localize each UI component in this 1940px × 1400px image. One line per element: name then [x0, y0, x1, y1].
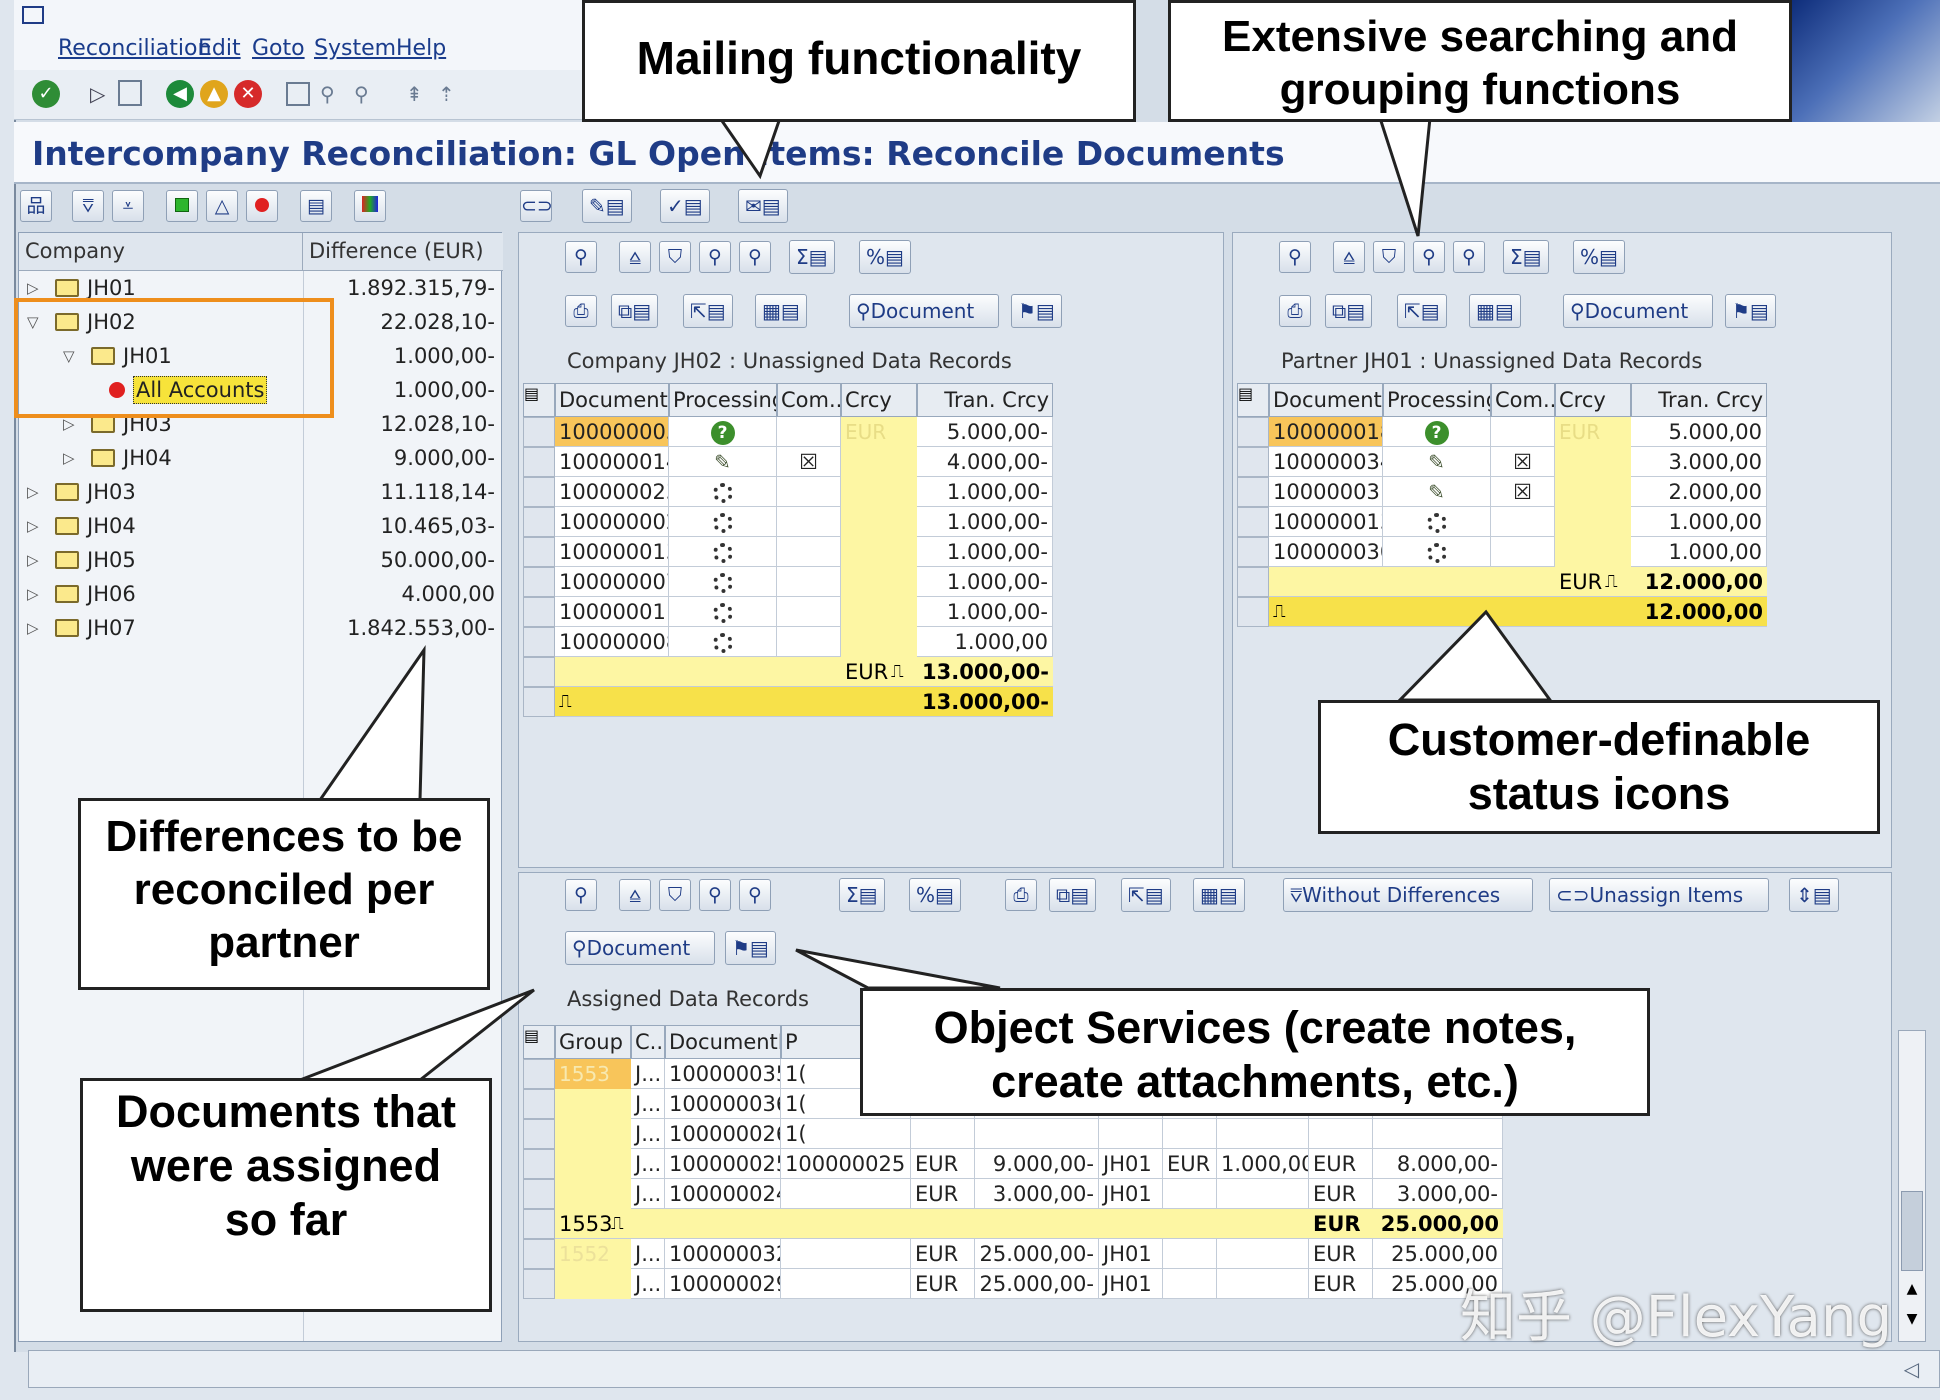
pointer-status [1396, 609, 1553, 702]
callout-documents: Documents that were assigned so far [80, 1078, 492, 1312]
callout-object-services: Object Services (create notes, create at… [860, 988, 1650, 1116]
callout-status-icons: Customer-definable status icons [1318, 700, 1880, 834]
watermark: 知乎 @FlexYang [1460, 1285, 1893, 1350]
callout-searching: Extensive searching and grouping functio… [1168, 0, 1792, 122]
pointer-differences [317, 645, 426, 802]
pointer-object-services [795, 948, 1001, 990]
callout-mailing: Mailing functionality [582, 0, 1136, 122]
callout-differences: Differences to be reconciled per partner [78, 798, 490, 990]
pointer-mailing [717, 116, 783, 180]
pointer-documents [299, 988, 535, 1082]
pointer-searching [1377, 116, 1432, 237]
